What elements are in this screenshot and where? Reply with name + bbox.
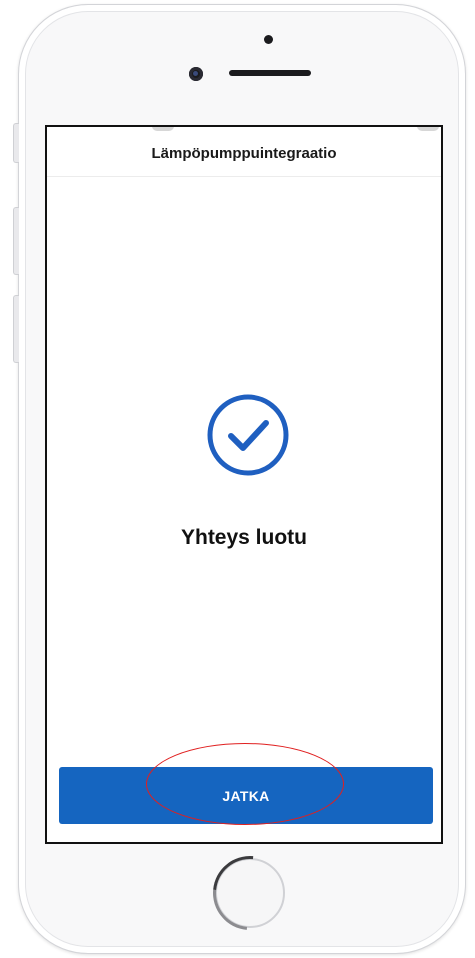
volume-up-button: [13, 207, 19, 275]
speaker-icon: [229, 70, 311, 76]
page-title: Lämpöpumppuintegraatio: [151, 145, 337, 162]
check-circle-icon: [207, 394, 289, 476]
home-button-icon[interactable]: [215, 858, 285, 928]
proximity-sensor-icon: [264, 35, 273, 44]
status-bar-fragment: [152, 127, 174, 131]
status-bar-fragment: [417, 127, 439, 131]
mute-switch: [13, 123, 19, 163]
volume-down-button: [13, 295, 19, 363]
app-screen: Lämpöpumppuintegraatio Yhteys luotu JATK…: [45, 125, 443, 844]
continue-button[interactable]: JATKA: [59, 767, 433, 824]
connection-status-text: Yhteys luotu: [180, 526, 307, 549]
camera-icon: [189, 67, 203, 81]
app-header: Lämpöpumppuintegraatio: [47, 127, 441, 177]
